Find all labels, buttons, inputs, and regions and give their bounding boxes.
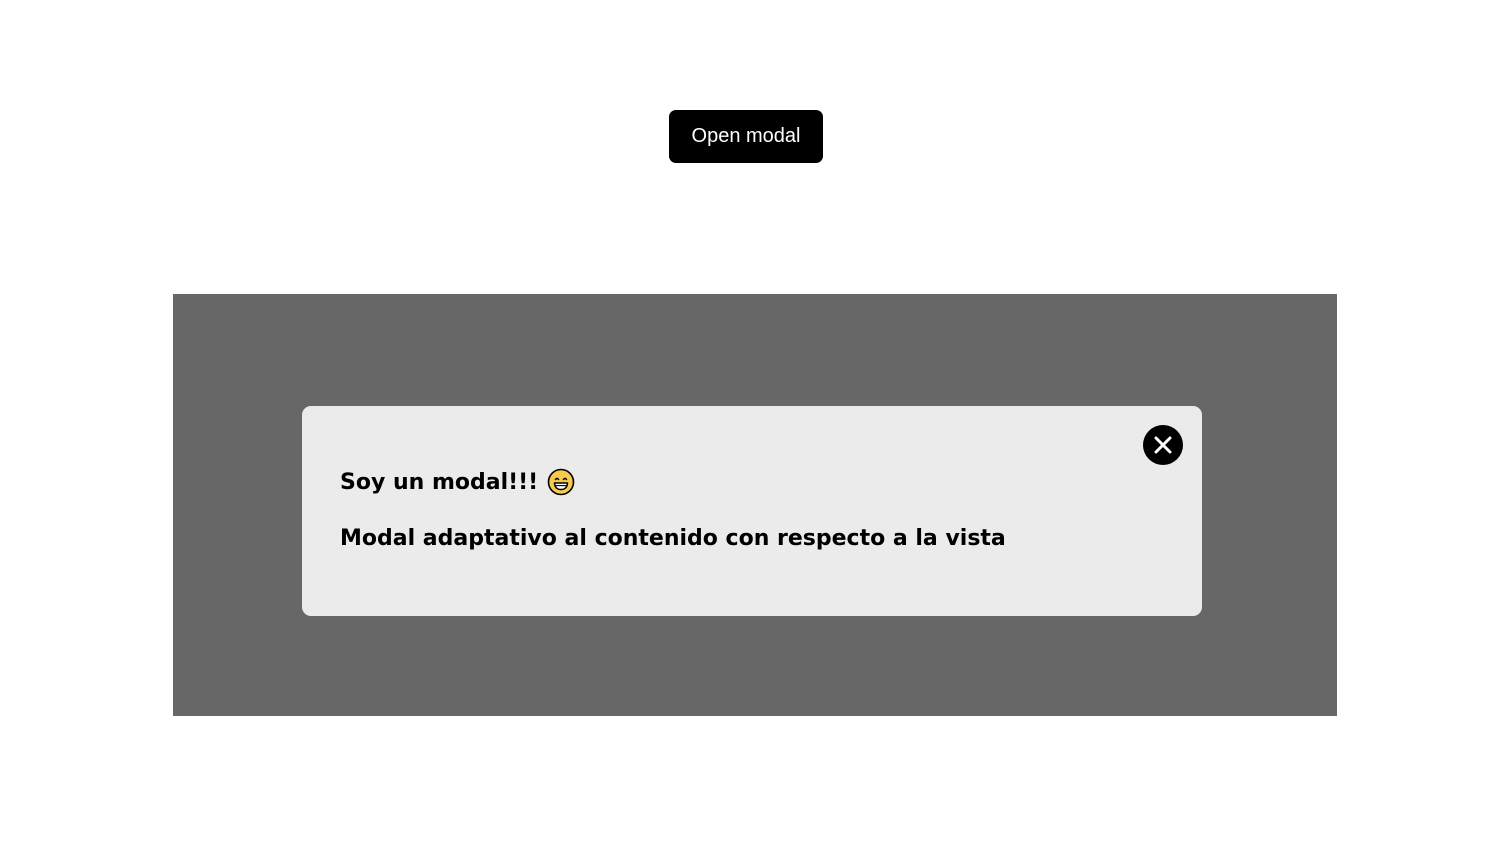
open-modal-button[interactable]: Open modal (669, 110, 823, 163)
page: Open modal Soy un modal!!! Modal adaptat… (0, 0, 1512, 843)
modal-title-text: Soy un modal!!! (340, 469, 539, 495)
close-button[interactable] (1143, 425, 1183, 465)
grinning-face-icon (547, 468, 575, 496)
modal-body-text: Modal adaptativo al contenido con respec… (340, 526, 1006, 551)
modal-dialog: Soy un modal!!! Modal adaptativo al cont… (302, 406, 1202, 616)
modal-title: Soy un modal!!! (340, 468, 575, 496)
close-icon (1154, 436, 1172, 454)
modal-overlay[interactable]: Soy un modal!!! Modal adaptativo al cont… (173, 294, 1337, 716)
